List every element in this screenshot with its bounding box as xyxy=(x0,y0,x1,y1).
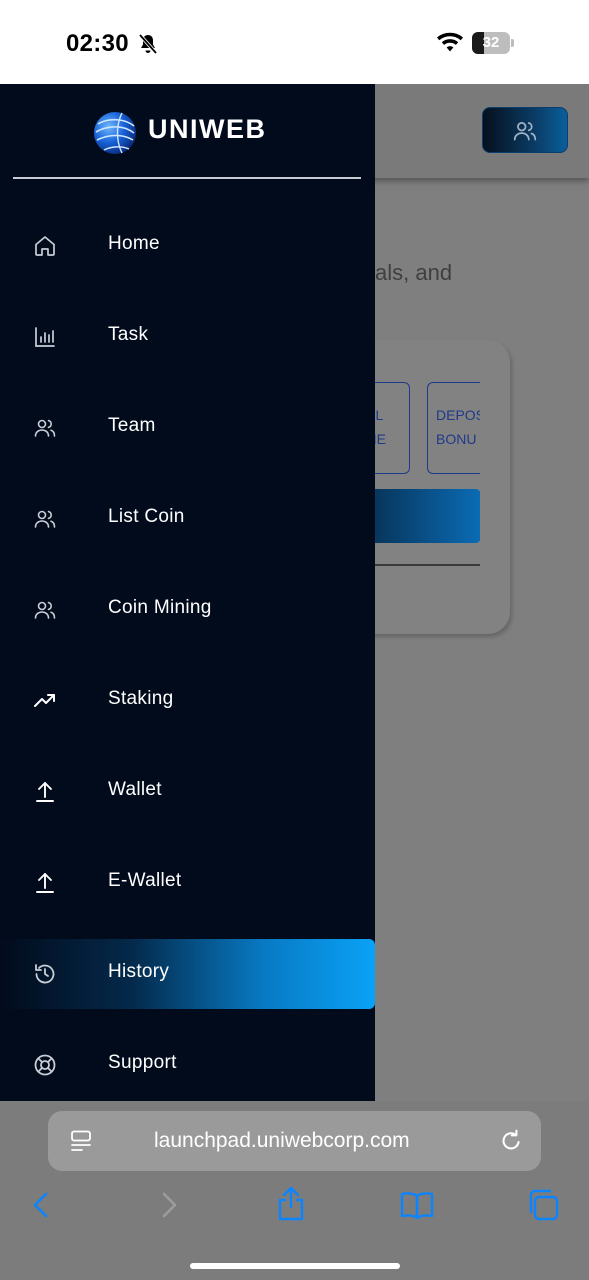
nav-item-wallet[interactable]: Wallet xyxy=(0,757,375,827)
nav-item-label: Support xyxy=(108,1052,177,1073)
url-text: launchpad.uniwebcorp.com xyxy=(154,1129,410,1152)
deposit-bonus-chip-label: DEPOS BONU xyxy=(436,407,480,447)
nav-item-label: Team xyxy=(108,415,156,436)
nav-item-label: Coin Mining xyxy=(108,597,212,618)
nav-item-label: Staking xyxy=(108,688,174,709)
deposit-bonus-chip[interactable]: DEPOS BONU xyxy=(427,382,480,474)
nav-item-label: History xyxy=(108,961,170,982)
address-bar[interactable]: launchpad.uniwebcorp.com xyxy=(48,1111,541,1171)
nav-item-staking[interactable]: Staking xyxy=(0,666,375,736)
bookmarks-icon[interactable] xyxy=(399,1187,435,1223)
nav-item-label: Wallet xyxy=(108,779,162,800)
trending-up-icon xyxy=(34,694,55,707)
nav-item-label: E-Wallet xyxy=(108,870,182,891)
users-icon xyxy=(34,601,56,619)
tabs-icon[interactable] xyxy=(525,1187,561,1223)
page-menu-icon[interactable] xyxy=(70,1130,94,1152)
reload-icon[interactable] xyxy=(498,1128,524,1154)
history-icon xyxy=(35,964,55,984)
upload-icon xyxy=(36,873,54,893)
brand-divider xyxy=(13,177,361,179)
upload-icon xyxy=(36,782,54,802)
brand-name: UNIWEB xyxy=(148,114,267,144)
users-icon xyxy=(34,419,56,437)
users-icon xyxy=(34,510,56,528)
nav-item-label: List Coin xyxy=(108,506,185,527)
status-bar: 02:30 32 xyxy=(0,0,589,84)
bell-slash-icon xyxy=(138,33,158,55)
users-icon xyxy=(513,122,537,141)
page-intro-text: als, and xyxy=(375,260,453,285)
back-icon[interactable] xyxy=(24,1187,60,1223)
bar-chart-icon xyxy=(35,327,55,347)
battery-percent: 32 xyxy=(482,34,500,51)
nav-item-list-coin[interactable]: List Coin xyxy=(0,484,375,554)
nav-item-home[interactable]: Home xyxy=(0,211,375,281)
nav-item-task[interactable]: Task xyxy=(0,302,375,372)
nav-item-coin-mining[interactable]: Coin Mining xyxy=(0,575,375,645)
team-button[interactable] xyxy=(482,107,568,153)
forward-icon[interactable] xyxy=(150,1187,186,1223)
home-indicator[interactable] xyxy=(190,1263,400,1269)
nav-item-history[interactable]: History xyxy=(0,939,375,1009)
side-drawer: UNIWEB Home Task Team List Coin Coin Min… xyxy=(0,84,375,1101)
battery-icon: 32 xyxy=(472,32,514,54)
nav-item-support[interactable]: Support xyxy=(0,1030,375,1100)
page-divider xyxy=(375,564,480,566)
nav-item-team[interactable]: Team xyxy=(0,393,375,463)
status-time: 02:30 xyxy=(66,30,129,57)
lifebuoy-icon xyxy=(34,1054,56,1076)
wifi-icon xyxy=(437,32,463,52)
browser-bottom-bar: launchpad.uniwebcorp.com xyxy=(0,1101,589,1280)
nav-item-label: Home xyxy=(108,233,160,254)
home-icon xyxy=(35,236,55,256)
share-icon[interactable] xyxy=(273,1185,309,1221)
globe-logo-icon xyxy=(94,112,136,154)
page-action-bar[interactable] xyxy=(375,489,480,543)
nav-item-e-wallet[interactable]: E-Wallet xyxy=(0,848,375,918)
nav-item-label: Task xyxy=(108,324,149,345)
